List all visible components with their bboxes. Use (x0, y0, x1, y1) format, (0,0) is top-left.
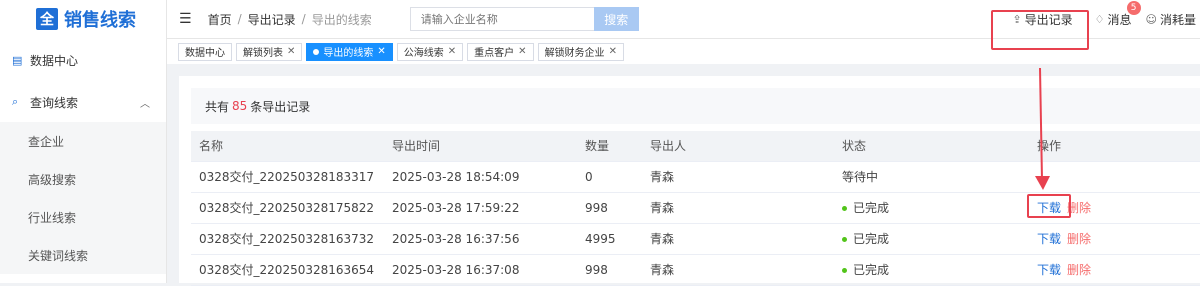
sidebar: 全 销售线索 ▤ 数据中心 ⌕ 查询线索 ︿ 查企业 高级搜索 行业线索 关键词… (0, 0, 167, 283)
search-clue-icon: ⌕ (12, 95, 19, 108)
tag-key-customers[interactable]: 重点客户 ✕ (467, 42, 534, 61)
search-bar: 搜索 (409, 7, 639, 31)
menu-toggle-icon[interactable]: ☰ (179, 11, 192, 27)
column-header-status: 状态 (834, 131, 1029, 162)
tag-public-clues[interactable]: 公海线索 ✕ (396, 42, 464, 61)
close-icon[interactable]: ✕ (518, 46, 526, 57)
smile-icon: ☺ (1145, 12, 1157, 26)
message-count-badge: 5 (1126, 0, 1141, 15)
download-button[interactable]: 下载 (1037, 263, 1061, 277)
tag-unlock-finance[interactable]: 解锁财务企业 ✕ (537, 42, 624, 61)
cell-qty: 0 (577, 161, 642, 193)
cell-time: 2025-03-28 18:54:09 (384, 161, 577, 193)
cell-status: 已完成 (834, 223, 1029, 255)
tag-data-center[interactable]: 数据中心 (178, 42, 232, 61)
cell-qty: 4995 (577, 223, 642, 255)
message-button[interactable]: ♢ 消息 5 (1094, 0, 1141, 28)
data-center-icon: ▤ (12, 53, 23, 67)
close-icon[interactable]: ✕ (287, 46, 295, 57)
cell-status: 已完成 (834, 254, 1029, 286)
cell-user: 青森 (642, 254, 834, 286)
search-input[interactable] (409, 7, 594, 31)
table-row: 0328交付_220250328163654 2025-03-28 16:37:0… (191, 254, 1200, 286)
export-summary: 共有 85 条导出记录 (191, 88, 1200, 124)
submenu-item-keyword[interactable]: 关键词线索 (0, 236, 166, 274)
download-highlight (1027, 194, 1071, 218)
usage-button[interactable]: ☺ 消耗量 (1146, 11, 1196, 28)
cell-name: 0328交付_220250328175822 (191, 192, 384, 224)
column-header-qty: 数量 (577, 131, 642, 162)
logo-icon: 全 (36, 8, 58, 30)
bell-icon: ♢ (1094, 12, 1105, 26)
column-header-user: 导出人 (642, 131, 834, 162)
cell-name: 0328交付_220250328183317 (191, 161, 384, 193)
breadcrumb-home[interactable]: 首页 (208, 11, 232, 28)
sidebar-item-label: 查询线索 (30, 95, 79, 110)
status-dot-icon (842, 237, 847, 242)
close-icon[interactable]: ✕ (609, 46, 617, 57)
cell-status: 等待中 (834, 161, 1029, 193)
breadcrumb: 首页 / 导出记录 / 导出的线索 (207, 11, 372, 28)
table-header-row: 名称 导出时间 数量 导出人 状态 操作 (191, 131, 1200, 162)
sidebar-item-label: 数据中心 (30, 53, 79, 68)
download-button[interactable]: 下载 (1037, 232, 1061, 246)
cell-qty: 998 (577, 192, 642, 224)
cell-actions: 下载 删除 (1029, 223, 1200, 255)
table-row: 0328交付_220250328183317 2025-03-28 18:54:0… (191, 161, 1200, 193)
column-header-time: 导出时间 (384, 131, 577, 162)
status-dot-icon (842, 206, 847, 211)
submenu-item-advanced-search[interactable]: 高级搜索 (0, 160, 166, 198)
tag-exported-clues[interactable]: 导出的线索 ✕ (306, 42, 393, 61)
breadcrumb-export[interactable]: 导出记录 (248, 11, 296, 28)
column-header-name: 名称 (191, 131, 384, 162)
submenu: 查企业 高级搜索 行业线索 关键词线索 (0, 122, 166, 274)
cell-time: 2025-03-28 16:37:08 (384, 254, 577, 286)
tag-unlock-list[interactable]: 解锁列表 ✕ (236, 42, 303, 61)
close-icon[interactable]: ✕ (377, 46, 385, 57)
close-icon[interactable]: ✕ (448, 46, 456, 57)
logo-title: 销售线索 (64, 10, 136, 31)
sidebar-item-data-center[interactable]: ▤ 数据中心 (0, 40, 166, 80)
sidebar-item-search-clues[interactable]: ⌕ 查询线索 ︿ (0, 82, 166, 122)
cell-time: 2025-03-28 17:59:22 (384, 192, 577, 224)
cell-qty: 998 (577, 254, 642, 286)
submenu-item-industry[interactable]: 行业线索 (0, 198, 166, 236)
cell-user: 青森 (642, 161, 834, 193)
chevron-up-icon: ︿ (140, 98, 150, 110)
breadcrumb-current: 导出的线索 (311, 12, 372, 27)
active-dot-icon (313, 48, 320, 55)
export-count: 85 (232, 99, 248, 113)
main-content: 共有 85 条导出记录 名称 导出时间 数量 导出人 状态 操作 0328交付_… (179, 76, 1200, 286)
cell-time: 2025-03-28 16:37:56 (384, 223, 577, 255)
cell-user: 青森 (642, 223, 834, 255)
delete-button[interactable]: 删除 (1067, 263, 1091, 277)
column-header-actions: 操作 (1029, 131, 1200, 162)
cell-name: 0328交付_220250328163654 (191, 254, 384, 286)
submenu-item-company[interactable]: 查企业 (0, 122, 166, 160)
table-row: 0328交付_220250328163732 2025-03-28 16:37:5… (191, 223, 1200, 255)
cell-actions (1029, 161, 1200, 193)
delete-button[interactable]: 删除 (1067, 232, 1091, 246)
status-dot-icon (842, 268, 847, 273)
cell-status: 已完成 (834, 192, 1029, 224)
cell-actions: 下载 删除 (1029, 254, 1200, 286)
logo[interactable]: 全 销售线索 (0, 0, 166, 38)
export-records-highlight (991, 10, 1089, 50)
cell-name: 0328交付_220250328163732 (191, 223, 384, 255)
cell-user: 青森 (642, 192, 834, 224)
search-button[interactable]: 搜索 (593, 7, 639, 31)
